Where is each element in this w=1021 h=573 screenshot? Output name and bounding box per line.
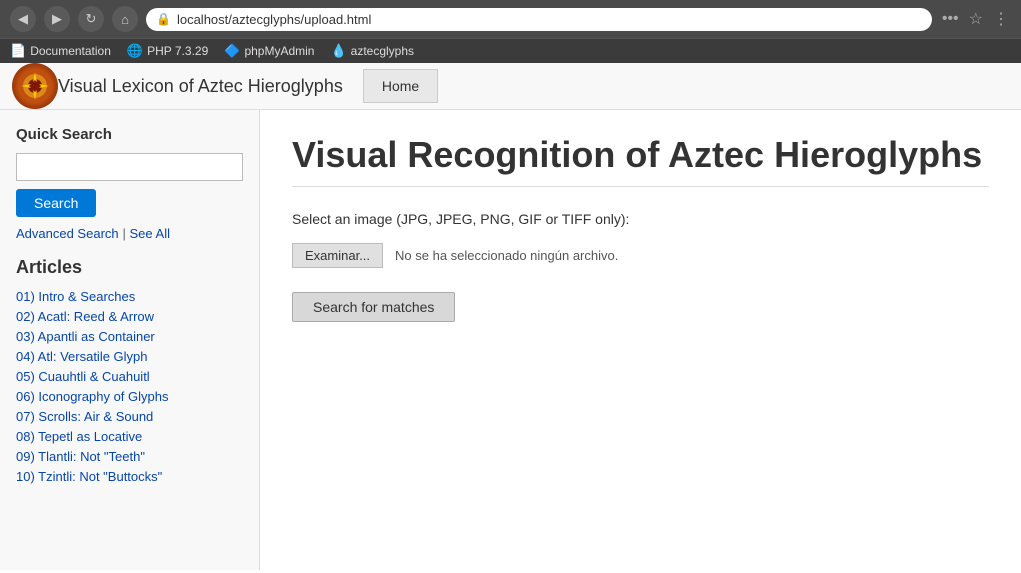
list-item: 05) Cuauhtli & Cuahuitl bbox=[16, 368, 243, 384]
list-item: 07) Scrolls: Air & Sound bbox=[16, 408, 243, 424]
sidebar-links: Advanced Search | See All bbox=[16, 225, 243, 241]
bookmark-php[interactable]: 🌐 PHP 7.3.29 bbox=[127, 43, 208, 59]
search-input[interactable] bbox=[16, 153, 243, 181]
page-heading: Visual Recognition of Aztec Hieroglyphs bbox=[292, 134, 989, 187]
security-icon: 🔒 bbox=[156, 12, 171, 26]
site-title: Visual Lexicon of Aztec Hieroglyphs bbox=[58, 76, 343, 97]
list-item: 04) Atl: Versatile Glyph bbox=[16, 348, 243, 364]
bookmark-phpmyadmin-label: phpMyAdmin bbox=[244, 44, 314, 58]
list-item: 09) Tlantli: Not "Teeth" bbox=[16, 448, 243, 464]
article-link[interactable]: 07) Scrolls: Air & Sound bbox=[16, 409, 153, 424]
file-upload-row: Examinar... No se ha seleccionado ningún… bbox=[292, 243, 989, 268]
article-link[interactable]: 03) Apantli as Container bbox=[16, 329, 155, 344]
bookmark-documentation-label: Documentation bbox=[30, 44, 111, 58]
article-link[interactable]: 08) Tepetl as Locative bbox=[16, 429, 142, 444]
quick-search-title: Quick Search bbox=[16, 126, 243, 143]
bookmark-documentation[interactable]: 📄 Documentation bbox=[10, 43, 111, 59]
article-list: 01) Intro & Searches 02) Acatl: Reed & Ar… bbox=[16, 288, 243, 484]
article-link[interactable]: 06) Iconography of Glyphs bbox=[16, 389, 168, 404]
search-button[interactable]: Search bbox=[16, 189, 96, 217]
list-item: 10) Tzintli: Not "Buttocks" bbox=[16, 468, 243, 484]
php-icon: 🌐 bbox=[127, 43, 143, 59]
bookmark-php-label: PHP 7.3.29 bbox=[147, 44, 208, 58]
file-status: No se ha seleccionado ningún archivo. bbox=[395, 248, 618, 263]
see-all-link[interactable]: See All bbox=[130, 226, 170, 241]
main-layout: Quick Search Search Advanced Search | Se… bbox=[0, 110, 1021, 570]
aztecglyphs-icon: 💧 bbox=[330, 43, 346, 59]
article-link[interactable]: 04) Atl: Versatile Glyph bbox=[16, 349, 148, 364]
browser-chrome: ◀ ▶ ↻ ⌂ 🔒 ••• ☆ ⋮ 📄 Documentation 🌐 PHP … bbox=[0, 0, 1021, 63]
refresh-button[interactable]: ↻ bbox=[78, 6, 104, 32]
search-matches-button[interactable]: Search for matches bbox=[292, 292, 455, 322]
select-label: Select an image (JPG, JPEG, PNG, GIF or … bbox=[292, 211, 989, 227]
article-link[interactable]: 10) Tzintli: Not "Buttocks" bbox=[16, 469, 162, 484]
article-link[interactable]: 02) Acatl: Reed & Arrow bbox=[16, 309, 154, 324]
documentation-icon: 📄 bbox=[10, 43, 26, 59]
site-header: Visual Lexicon of Aztec Hieroglyphs Home bbox=[0, 63, 1021, 110]
article-link[interactable]: 01) Intro & Searches bbox=[16, 289, 135, 304]
profile-button[interactable]: ⋮ bbox=[991, 7, 1011, 31]
content-area: Visual Recognition of Aztec Hieroglyphs … bbox=[260, 110, 1021, 570]
list-item: 08) Tepetl as Locative bbox=[16, 428, 243, 444]
back-button[interactable]: ◀ bbox=[10, 6, 36, 32]
browser-toolbar: ◀ ▶ ↻ ⌂ 🔒 ••• ☆ ⋮ bbox=[0, 0, 1021, 38]
sidebar: Quick Search Search Advanced Search | Se… bbox=[0, 110, 260, 570]
home-button[interactable]: ⌂ bbox=[112, 6, 138, 32]
bookmark-aztecglyphs-label: aztecglyphs bbox=[351, 44, 414, 58]
nav-home-button[interactable]: Home bbox=[363, 69, 438, 103]
bookmark-aztecglyphs[interactable]: 💧 aztecglyphs bbox=[330, 43, 414, 59]
site-logo bbox=[12, 63, 58, 109]
bookmarks-bar: 📄 Documentation 🌐 PHP 7.3.29 🔷 phpMyAdmi… bbox=[0, 38, 1021, 63]
articles-title: Articles bbox=[16, 257, 243, 278]
file-browse-button[interactable]: Examinar... bbox=[292, 243, 383, 268]
advanced-search-link[interactable]: Advanced Search bbox=[16, 226, 119, 241]
browser-actions: ••• ☆ ⋮ bbox=[940, 7, 1011, 31]
list-item: 03) Apantli as Container bbox=[16, 328, 243, 344]
article-link[interactable]: 09) Tlantli: Not "Teeth" bbox=[16, 449, 145, 464]
page-wrapper: Visual Lexicon of Aztec Hieroglyphs Home… bbox=[0, 63, 1021, 573]
bookmark-button[interactable]: ☆ bbox=[967, 7, 985, 31]
list-item: 02) Acatl: Reed & Arrow bbox=[16, 308, 243, 324]
forward-button[interactable]: ▶ bbox=[44, 6, 70, 32]
more-button[interactable]: ••• bbox=[940, 8, 961, 30]
bookmark-phpmyadmin[interactable]: 🔷 phpMyAdmin bbox=[224, 43, 314, 59]
address-bar[interactable] bbox=[177, 12, 922, 27]
address-bar-wrapper: 🔒 bbox=[146, 8, 932, 31]
link-divider: | bbox=[123, 226, 130, 241]
list-item: 06) Iconography of Glyphs bbox=[16, 388, 243, 404]
phpmyadmin-icon: 🔷 bbox=[224, 43, 240, 59]
article-link[interactable]: 05) Cuauhtli & Cuahuitl bbox=[16, 369, 150, 384]
list-item: 01) Intro & Searches bbox=[16, 288, 243, 304]
